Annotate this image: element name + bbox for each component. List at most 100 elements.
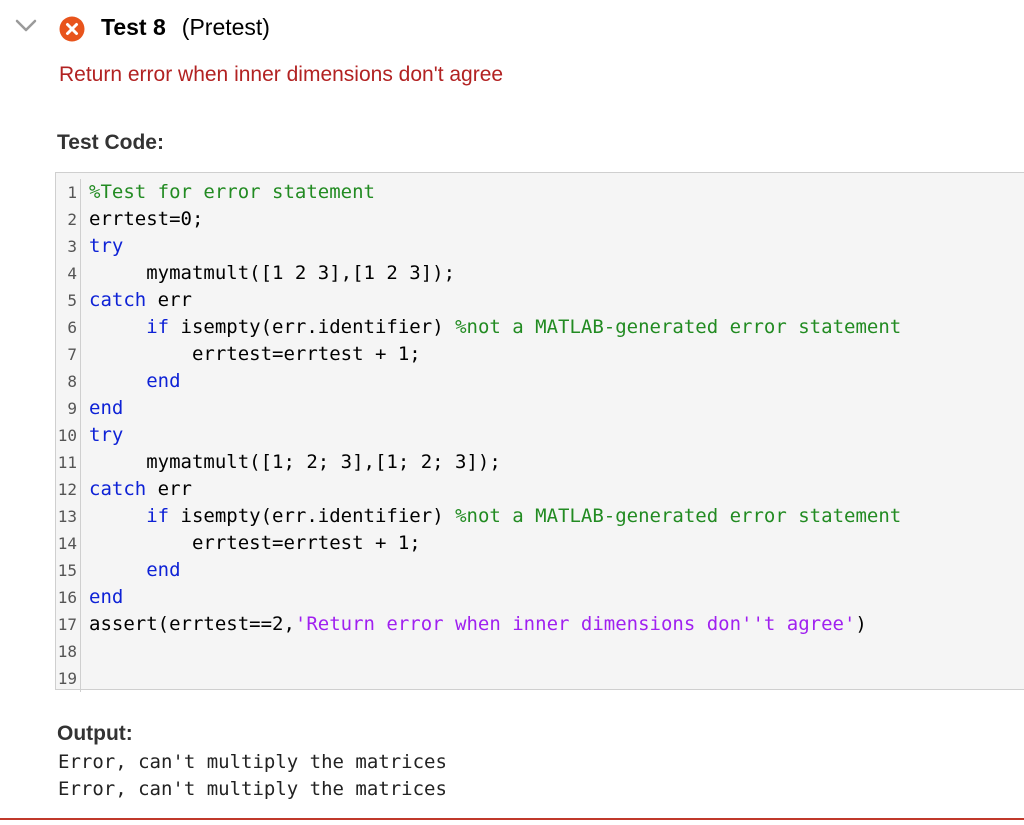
- line-number: 4: [56, 260, 81, 287]
- code-lines: 1 %Test for error statement 2 errtest=0; 3 tr…: [56, 179, 1024, 692]
- code-text: %Test for error statement: [81, 179, 375, 206]
- line-number: 18: [56, 638, 81, 665]
- line-number: 9: [56, 395, 81, 422]
- code-token: mymatmult([1 2 3],[1 2 3]);: [89, 262, 456, 284]
- code-line: 18: [56, 638, 1024, 665]
- code-token: isempty(err.identifier): [169, 316, 456, 338]
- code-text: errtest=errtest + 1;: [81, 530, 421, 557]
- code-token: mymatmult([1; 2; 3],[1; 2; 3]);: [89, 451, 501, 473]
- code-keyword: try: [89, 235, 124, 257]
- code-keyword: catch: [89, 289, 147, 311]
- code-text: mymatmult([1; 2; 3],[1; 2; 3]);: [81, 449, 501, 476]
- line-number: 10: [56, 422, 81, 449]
- output-heading: Output:: [57, 722, 133, 745]
- test-code-heading: Test Code:: [57, 131, 164, 154]
- code-text: try: [81, 422, 123, 449]
- code-text: end: [81, 584, 123, 611]
- line-number: 14: [56, 530, 81, 557]
- line-number: 7: [56, 341, 81, 368]
- code-line: 15 end: [56, 557, 1024, 584]
- code-line: 10 try: [56, 422, 1024, 449]
- code-text: errtest=0;: [81, 206, 203, 233]
- code-line: 6 if isempty(err.identifier) %not a MATL…: [56, 314, 1024, 341]
- code-comment: %Test for error statement: [89, 181, 375, 203]
- test-tag: (Pretest): [181, 14, 270, 40]
- line-number: 1: [56, 179, 81, 206]
- code-keyword: end: [146, 370, 181, 392]
- code-line: 12 catch err: [56, 476, 1024, 503]
- line-number: 12: [56, 476, 81, 503]
- code-line: 19: [56, 665, 1024, 692]
- code-text: if isempty(err.identifier) %not a MATLAB…: [81, 314, 901, 341]
- code-line: 1 %Test for error statement: [56, 179, 1024, 206]
- line-number: 16: [56, 584, 81, 611]
- code-line: 2 errtest=0;: [56, 206, 1024, 233]
- line-number: 17: [56, 611, 81, 638]
- code-keyword: if: [146, 316, 170, 338]
- output-line: Error, can't multiply the matrices: [58, 778, 447, 800]
- code-text: errtest=errtest + 1;: [81, 341, 421, 368]
- test-description: Return error when inner dimensions don't…: [59, 63, 504, 86]
- code-token: errtest=0;: [89, 208, 204, 230]
- code-text: catch err: [81, 287, 192, 314]
- code-string: 'Return error when inner dimensions don'…: [294, 613, 856, 635]
- error-x-circle-icon: [59, 16, 85, 42]
- code-line: 5 catch err: [56, 287, 1024, 314]
- line-number: 3: [56, 233, 81, 260]
- test-name: Test 8: [101, 14, 166, 40]
- line-number: 6: [56, 314, 81, 341]
- code-line: 9 end: [56, 395, 1024, 422]
- line-number: 11: [56, 449, 81, 476]
- code-editor: 1 %Test for error statement 2 errtest=0; 3 tr…: [55, 172, 1024, 692]
- code-line: 7 errtest=errtest + 1;: [56, 341, 1024, 368]
- code-text: end: [81, 368, 181, 395]
- code-line: 8 end: [56, 368, 1024, 395]
- code-comment: %not a MATLAB-generated error statement: [455, 505, 902, 527]
- line-number: 15: [56, 557, 81, 584]
- line-number: 2: [56, 206, 81, 233]
- line-number: 8: [56, 368, 81, 395]
- line-number: 13: [56, 503, 81, 530]
- chevron-down-icon[interactable]: [14, 16, 38, 36]
- output-panel: Error, can't multiply the matrices Error…: [58, 749, 447, 803]
- line-number: 19: [56, 665, 81, 692]
- code-line: 17 assert(errtest==2,'Return error when i…: [56, 611, 1024, 638]
- code-token: assert(errtest==2,: [89, 613, 295, 635]
- code-keyword: if: [146, 505, 170, 527]
- code-keyword: end: [89, 397, 124, 419]
- code-token: errtest=errtest + 1;: [89, 532, 421, 554]
- code-text: end: [81, 557, 181, 584]
- code-text: catch err: [81, 476, 192, 503]
- code-line: 14 errtest=errtest + 1;: [56, 530, 1024, 557]
- code-token: err: [146, 289, 192, 311]
- output-line: Error, can't multiply the matrices: [58, 751, 447, 773]
- test-title: Test 8 (Pretest): [101, 14, 270, 41]
- code-token: isempty(err.identifier): [169, 505, 456, 527]
- code-line: 3 try: [56, 233, 1024, 260]
- code-line: 4 mymatmult([1 2 3],[1 2 3]);: [56, 260, 1024, 287]
- code-token: err: [146, 478, 192, 500]
- code-text: mymatmult([1 2 3],[1 2 3]);: [81, 260, 455, 287]
- line-number: 5: [56, 287, 81, 314]
- code-token: ): [855, 613, 867, 635]
- code-keyword: catch: [89, 478, 147, 500]
- code-keyword: end: [89, 586, 124, 608]
- code-comment: %not a MATLAB-generated error statement: [455, 316, 902, 338]
- section-divider: [0, 818, 1024, 820]
- code-line: 13 if isempty(err.identifier) %not a MAT…: [56, 503, 1024, 530]
- code-keyword: end: [146, 559, 181, 581]
- code-text: if isempty(err.identifier) %not a MATLAB…: [81, 503, 901, 530]
- code-text: try: [81, 233, 123, 260]
- code-text: assert(errtest==2,'Return error when inn…: [81, 611, 867, 638]
- code-line: 16 end: [56, 584, 1024, 611]
- code-line: 11 mymatmult([1; 2; 3],[1; 2; 3]);: [56, 449, 1024, 476]
- code-token: errtest=errtest + 1;: [89, 343, 421, 365]
- code-text: end: [81, 395, 123, 422]
- code-keyword: try: [89, 424, 124, 446]
